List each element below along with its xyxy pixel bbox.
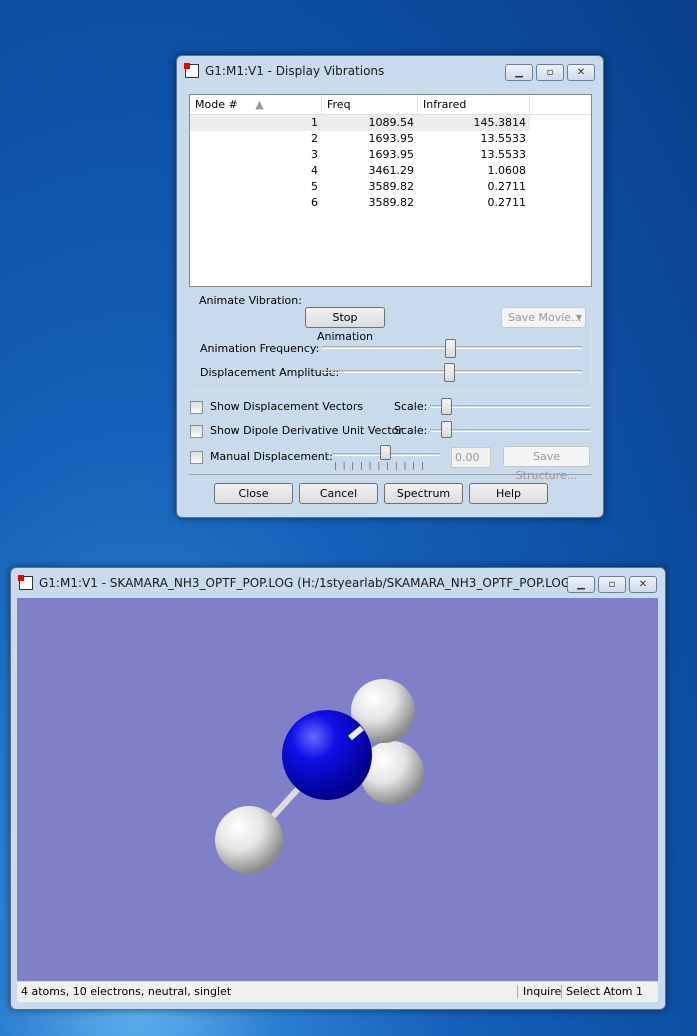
anim-freq-thumb[interactable] bbox=[445, 339, 456, 358]
status-action: Select Atom 1 bbox=[561, 985, 643, 998]
cell-ir: 13.5533 bbox=[480, 148, 527, 161]
divider bbox=[189, 474, 592, 475]
cell-freq: 1693.95 bbox=[368, 132, 415, 145]
close-button[interactable]: Close bbox=[214, 483, 293, 504]
cell-ir: 0.2711 bbox=[487, 196, 527, 209]
cell-ir: 13.5533 bbox=[480, 132, 527, 145]
app-icon bbox=[18, 575, 33, 590]
minimize-button[interactable]: ▁ bbox=[567, 576, 595, 593]
chevron-down-icon: ▼ bbox=[575, 313, 582, 322]
table-row[interactable]: 5 3589.82 0.2711 bbox=[190, 179, 591, 195]
title-bar[interactable]: G1:M1:V1 - SKAMARA_NH3_OPTF_POP.LOG (H:/… bbox=[18, 575, 575, 590]
cell-ir: 145.3814 bbox=[473, 116, 527, 129]
title-bar[interactable]: G1:M1:V1 - Display Vibrations bbox=[184, 63, 385, 78]
sort-asc-icon: ▲ bbox=[255, 98, 264, 111]
status-bar: 4 atoms, 10 electrons, neutral, singlet … bbox=[17, 982, 658, 1002]
close-window-button[interactable]: ✕ bbox=[629, 576, 657, 593]
status-mode: Inquire bbox=[517, 985, 561, 998]
hydrogen-atom[interactable] bbox=[215, 806, 283, 874]
table-row[interactable]: 3 1693.95 13.5533 bbox=[190, 147, 591, 163]
slider-ticks: ||||||||||| bbox=[334, 461, 430, 470]
close-window-button[interactable]: ✕ bbox=[567, 64, 595, 81]
display-vibrations-dialog: G1:M1:V1 - Display Vibrations ▁ ▫ ✕ Mode #… bbox=[176, 55, 604, 518]
molecule-render bbox=[215, 679, 424, 874]
spectrum-button[interactable]: Spectrum bbox=[384, 483, 463, 504]
stop-animation-button[interactable]: Stop Animation bbox=[305, 307, 385, 343]
column-label: Freq bbox=[327, 98, 351, 111]
show-dipole-checkbox[interactable] bbox=[190, 425, 203, 438]
cell-ir: 1.0608 bbox=[487, 164, 527, 177]
table-row[interactable]: 6 3589.82 0.2711 bbox=[190, 195, 591, 211]
disp-amp-label: Displacement Amplitude: bbox=[200, 366, 340, 379]
cell-mode: 5 bbox=[311, 180, 318, 193]
maximize-button[interactable]: ▫ bbox=[598, 576, 626, 593]
cell-ir: 0.2711 bbox=[487, 180, 527, 193]
cell-freq: 3589.82 bbox=[368, 196, 415, 209]
dipole-scale-thumb[interactable] bbox=[441, 421, 452, 438]
save-movie-dropdown[interactable]: Save Movie... ▼ bbox=[501, 307, 586, 328]
scale-label: Scale: bbox=[394, 400, 428, 413]
cell-mode: 3 bbox=[311, 148, 318, 161]
column-infrared[interactable]: Infrared bbox=[418, 95, 530, 114]
window-title: G1:M1:V1 - Display Vibrations bbox=[205, 64, 385, 78]
molecule-window: G1:M1:V1 - SKAMARA_NH3_OPTF_POP.LOG (H:/… bbox=[10, 567, 666, 1010]
manual-disp-value[interactable]: 0.00 bbox=[451, 447, 491, 468]
cell-mode: 1 bbox=[311, 116, 318, 129]
show-disp-vectors-checkbox[interactable] bbox=[190, 401, 203, 414]
molecule-viewport[interactable] bbox=[17, 598, 658, 981]
column-label: Infrared bbox=[423, 98, 467, 111]
cell-freq: 1693.95 bbox=[368, 148, 415, 161]
save-structure-button[interactable]: Save Structure... bbox=[503, 446, 590, 482]
disp-scale-slider[interactable] bbox=[430, 405, 591, 408]
manual-disp-label: Manual Displacement: bbox=[210, 450, 333, 463]
modes-list[interactable]: Mode # ▲ Freq Infrared 1 1089.54 145.3814 2… bbox=[189, 94, 592, 287]
cancel-button[interactable]: Cancel bbox=[299, 483, 378, 504]
column-freq[interactable]: Freq bbox=[322, 95, 418, 114]
app-icon bbox=[184, 63, 199, 78]
show-dipole-label: Show Dipole Derivative Unit Vector bbox=[210, 424, 403, 437]
save-movie-label: Save Movie... bbox=[508, 311, 582, 324]
column-label: Mode # bbox=[195, 98, 238, 111]
scale-label: Scale: bbox=[394, 424, 428, 437]
manual-disp-thumb[interactable] bbox=[380, 445, 391, 460]
cell-mode: 2 bbox=[311, 132, 318, 145]
disp-scale-thumb[interactable] bbox=[441, 398, 452, 415]
table-row[interactable]: 1 1089.54 145.3814 bbox=[190, 115, 530, 131]
cell-freq: 3461.29 bbox=[368, 164, 415, 177]
status-info: 4 atoms, 10 electrons, neutral, singlet bbox=[21, 985, 232, 998]
manual-disp-checkbox[interactable] bbox=[190, 451, 203, 464]
table-row[interactable]: 2 1693.95 13.5533 bbox=[190, 131, 591, 147]
cell-freq: 1089.54 bbox=[368, 116, 415, 129]
help-button[interactable]: Help bbox=[469, 483, 548, 504]
column-mode[interactable]: Mode # ▲ bbox=[190, 95, 322, 114]
cell-freq: 3589.82 bbox=[368, 180, 415, 193]
anim-freq-label: Animation Frequency: bbox=[200, 342, 320, 355]
nitrogen-atom[interactable] bbox=[282, 710, 372, 800]
group-label: Animate Vibration: bbox=[197, 294, 304, 307]
table-row[interactable]: 4 3461.29 1.0608 bbox=[190, 163, 591, 179]
cell-mode: 6 bbox=[311, 196, 318, 209]
minimize-button[interactable]: ▁ bbox=[505, 64, 533, 81]
window-title: G1:M1:V1 - SKAMARA_NH3_OPTF_POP.LOG (H:/… bbox=[39, 576, 575, 590]
cell-mode: 4 bbox=[311, 164, 318, 177]
dipole-scale-slider[interactable] bbox=[430, 429, 591, 432]
show-disp-vectors-label: Show Displacement Vectors bbox=[210, 400, 364, 413]
maximize-button[interactable]: ▫ bbox=[536, 64, 564, 81]
disp-amp-thumb[interactable] bbox=[444, 363, 455, 382]
